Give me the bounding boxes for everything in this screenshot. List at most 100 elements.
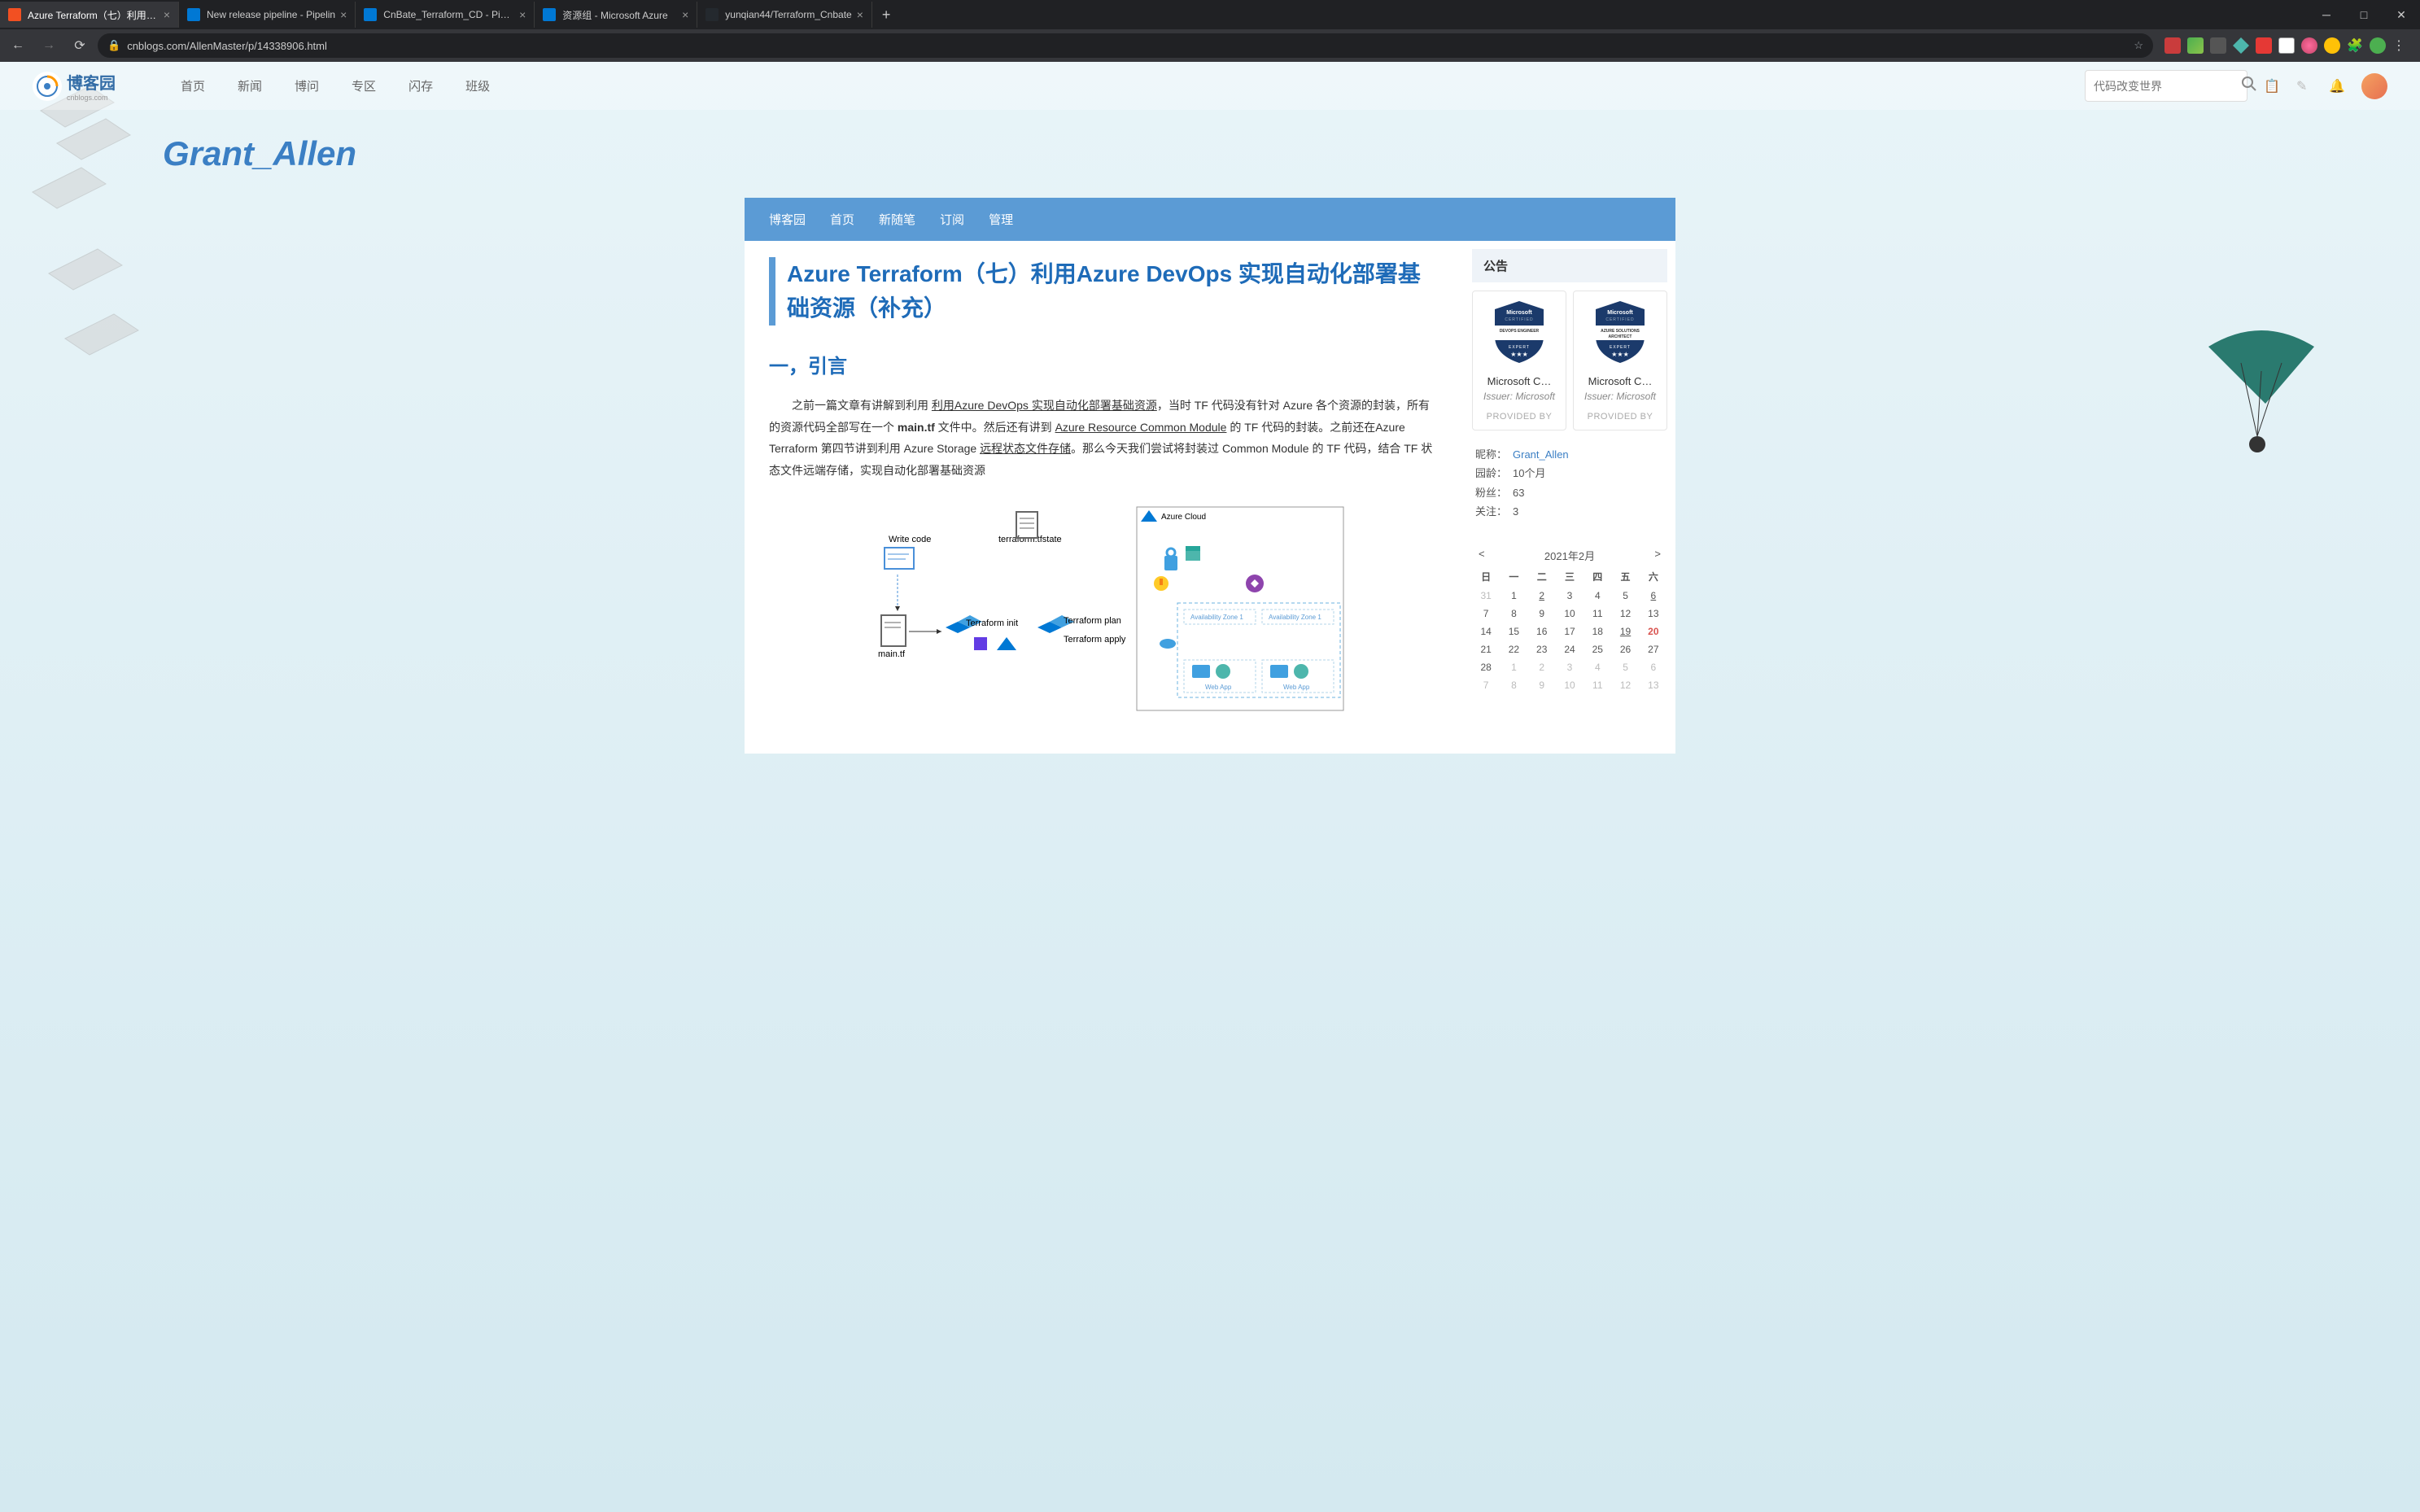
badges-row: Microsoft CERTIFIED DEVOPS ENGINEER EXPE… (1472, 282, 1667, 439)
link-module[interactable]: Azure Resource Common Module (1055, 421, 1227, 434)
ext-icon-8[interactable] (2324, 37, 2340, 54)
ext-icon-7[interactable] (2301, 37, 2317, 54)
ext-icon-9[interactable] (2370, 37, 2386, 54)
subnav-link[interactable]: 管理 (989, 211, 1013, 228)
badge-name: Microsoft C… (1579, 375, 1662, 387)
reload-button[interactable]: ⟳ (67, 33, 93, 59)
ext-icon-6[interactable] (2278, 37, 2295, 54)
link-devops[interactable]: 利用Azure DevOps 实现自动化部署基础资源 (932, 399, 1157, 412)
ext-icon-3[interactable] (2210, 37, 2226, 54)
browser-tab[interactable]: yunqian44/Terraform_Cnbate× (697, 2, 872, 28)
browser-tab[interactable]: Azure Terraform（七）利用Azu × (0, 2, 179, 28)
cal-day: 2 (1528, 658, 1556, 676)
cal-day: 6 (1640, 658, 1667, 676)
browser-tab[interactable]: 资源组 - Microsoft Azure × (535, 2, 697, 28)
search-input[interactable] (2094, 80, 2241, 93)
tab-close-icon[interactable]: × (857, 8, 863, 21)
back-button[interactable]: ← (5, 33, 31, 59)
cal-day[interactable]: 19 (1611, 623, 1639, 640)
tab-favicon-icon (364, 8, 377, 21)
cal-day: 11 (1583, 605, 1611, 623)
cal-day: 5 (1611, 658, 1639, 676)
nav-link[interactable]: 博问 (295, 77, 319, 94)
svg-text:Availability Zone 1: Availability Zone 1 (1269, 614, 1321, 621)
search-icon[interactable] (2241, 76, 2257, 96)
blog-header: Grant_Allen (0, 110, 2420, 198)
tab-close-icon[interactable]: × (519, 8, 526, 21)
bell-icon[interactable]: 🔔 (2329, 78, 2345, 94)
site-logo[interactable]: 博客园 cnblogs.com (33, 70, 116, 102)
cal-dow: 五 (1611, 566, 1639, 587)
svg-text:Availability Zone 1: Availability Zone 1 (1190, 614, 1243, 621)
browser-tab[interactable]: New release pipeline - Pipelin× (179, 2, 356, 28)
cal-day: 3 (1556, 587, 1583, 605)
maximize-button[interactable]: □ (2345, 0, 2383, 29)
cal-prev[interactable]: < (1479, 548, 1485, 563)
cal-day: 12 (1611, 605, 1639, 623)
badge-card[interactable]: Microsoft CERTIFIED AZURE SOLUTIONS ARCH… (1573, 291, 1667, 430)
cal-next[interactable]: > (1654, 548, 1661, 563)
nav-link[interactable]: 首页 (181, 77, 205, 94)
link-remote-state[interactable]: 远程状态文件存储 (980, 442, 1071, 455)
browser-tab[interactable]: CnBate_Terraform_CD - Pipeli× (356, 2, 535, 28)
svg-text:CERTIFIED: CERTIFIED (1605, 317, 1634, 322)
ext-icon-2[interactable] (2187, 37, 2204, 54)
cal-day: 10 (1556, 676, 1583, 694)
nav-link[interactable]: 闪存 (408, 77, 433, 94)
cal-day[interactable]: 2 (1528, 587, 1556, 605)
svg-text:Terraform init: Terraform init (966, 618, 1018, 628)
blog-title[interactable]: Grant_Allen (163, 134, 356, 173)
svg-text:Web App: Web App (1205, 684, 1232, 691)
subnav-link[interactable]: 首页 (830, 211, 854, 228)
edit-icon[interactable]: ✎ (2296, 78, 2313, 94)
doc-icon[interactable]: 📋 (2264, 78, 2280, 94)
cal-dow: 三 (1556, 566, 1583, 587)
minimize-button[interactable]: ─ (2308, 0, 2345, 29)
bookmark-icon[interactable]: ☆ (2134, 39, 2143, 52)
cal-day: 25 (1583, 640, 1611, 658)
badge-card[interactable]: Microsoft CERTIFIED DEVOPS ENGINEER EXPE… (1472, 291, 1566, 430)
cal-dow: 一 (1500, 566, 1527, 587)
profile-nickname[interactable]: Grant_Allen (1513, 445, 1569, 464)
cal-day: 7 (1472, 605, 1500, 623)
page-body: 博客园 cnblogs.com 首页 新闻 博问 专区 闪存 班级 📋 ✎ 🔔 Grant… (0, 62, 2420, 1512)
tab-favicon-icon (187, 8, 200, 21)
tab-bar: Azure Terraform（七）利用Azu×New release pipe… (0, 0, 2420, 29)
svg-text:Terraform apply: Terraform apply (1064, 635, 1126, 645)
extensions-icon[interactable]: 🧩 (2347, 37, 2363, 54)
cal-day[interactable]: 6 (1640, 587, 1667, 605)
subnav-link[interactable]: 新随笔 (879, 211, 915, 228)
cal-day: 28 (1472, 658, 1500, 676)
tab-title: 资源组 - Microsoft Azure (562, 8, 677, 22)
new-tab-button[interactable]: + (872, 7, 901, 24)
svg-text:Web App: Web App (1283, 684, 1310, 691)
tab-favicon-icon (705, 8, 719, 21)
user-avatar[interactable] (2361, 73, 2387, 99)
close-window-button[interactable]: ✕ (2383, 0, 2420, 29)
cal-day: 4 (1583, 587, 1611, 605)
subnav-link[interactable]: 博客园 (769, 211, 806, 228)
ext-icon-4[interactable] (2233, 37, 2249, 54)
section-heading: 一，引言 (769, 350, 1439, 378)
announcement-block: 公告 Microsoft CERTIFIED DEVOPS ENGINEER E… (1472, 249, 1667, 528)
badge-shield-icon: Microsoft CERTIFIED AZURE SOLUTIONS ARCH… (1592, 299, 1649, 365)
forward-button[interactable]: → (36, 33, 62, 59)
tab-title: Azure Terraform（七）利用Azu (28, 8, 159, 22)
search-box[interactable] (2085, 70, 2247, 102)
cal-day: 12 (1611, 676, 1639, 694)
nav-link[interactable]: 班级 (465, 77, 490, 94)
cal-day: 11 (1583, 676, 1611, 694)
nav-link[interactable]: 新闻 (238, 77, 262, 94)
badge-provided-by: PROVIDED BY (1478, 412, 1561, 422)
tab-close-icon[interactable]: × (340, 8, 347, 21)
tab-close-icon[interactable]: × (682, 8, 688, 21)
svg-text:Terraform plan: Terraform plan (1064, 616, 1121, 626)
url-input[interactable]: 🔒 cnblogs.com/AllenMaster/p/14338906.htm… (98, 33, 2153, 58)
subnav-link[interactable]: 订阅 (940, 211, 964, 228)
cal-day: 4 (1583, 658, 1611, 676)
nav-link[interactable]: 专区 (352, 77, 376, 94)
menu-icon[interactable]: ⋮ (2392, 37, 2409, 54)
tab-close-icon[interactable]: × (164, 8, 170, 21)
ext-icon-1[interactable] (2164, 37, 2181, 54)
ext-icon-5[interactable] (2256, 37, 2272, 54)
